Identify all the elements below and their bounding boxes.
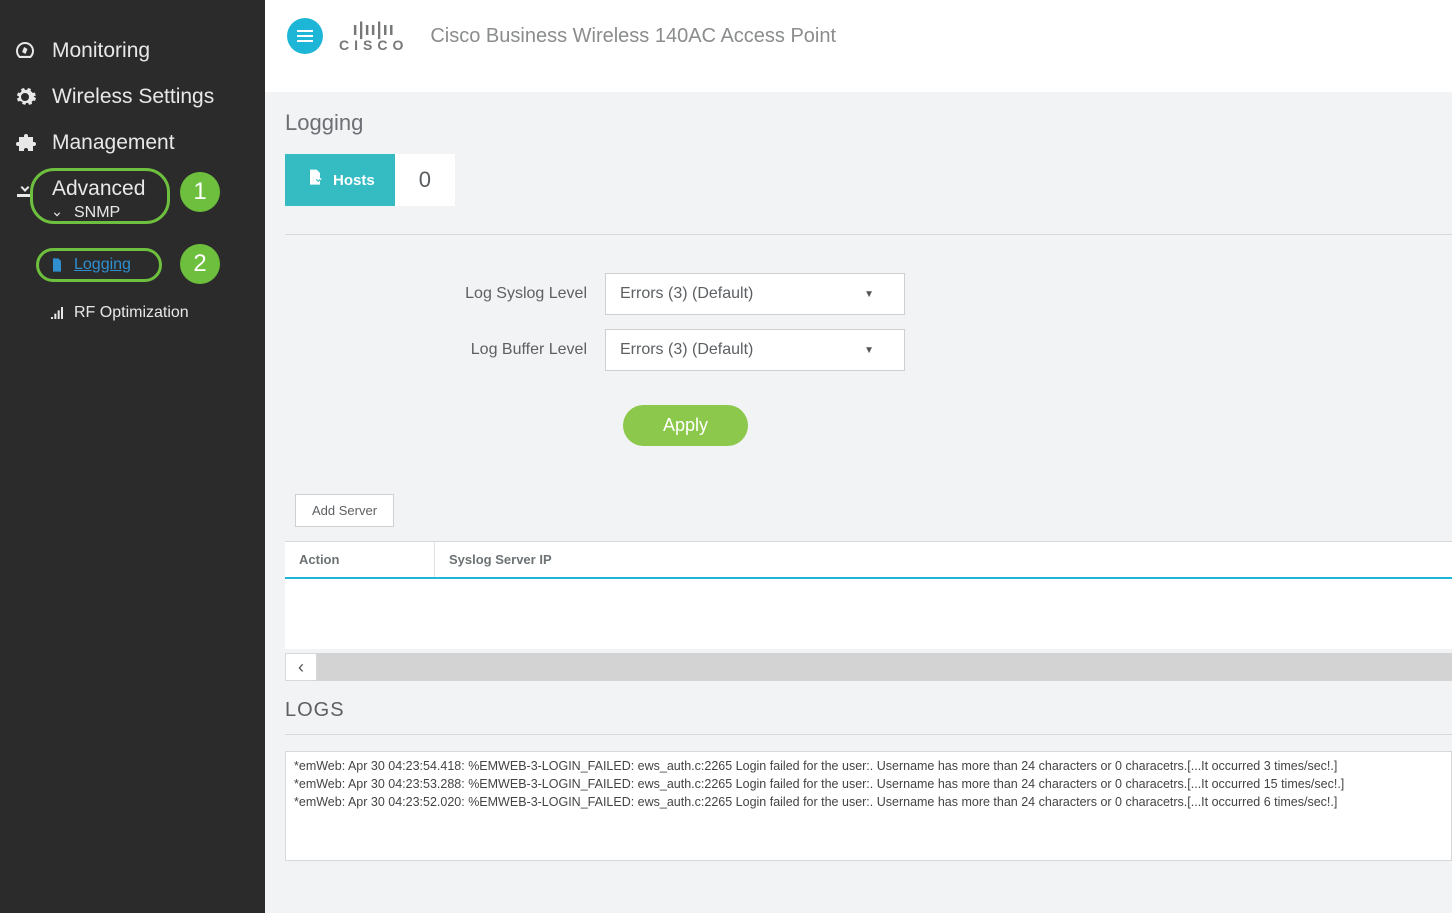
label-buffer-level: Log Buffer Level [425, 341, 605, 359]
sidebar-item-advanced[interactable]: Advanced 1 [0, 166, 265, 204]
hamburger-icon [297, 30, 313, 42]
product-title: Cisco Business Wireless 140AC Access Poi… [430, 25, 836, 48]
chevron-down-icon [48, 204, 66, 222]
hosts-chip[interactable]: Hosts [285, 154, 395, 206]
logs-title: LOGS [285, 699, 1452, 722]
chevron-left-icon: ‹ [298, 657, 304, 678]
gear-icon [12, 84, 38, 110]
server-section: Add Server Action Syslog Server IP ‹ [285, 494, 1452, 681]
sidebar-sub-logging[interactable]: Logging 2 [0, 250, 265, 280]
server-table-body [285, 579, 1452, 649]
hosts-label: Hosts [333, 172, 375, 189]
content: Logging Hosts 0 Log Syslog Level Errors … [265, 92, 1452, 913]
row-syslog-level: Log Syslog Level Errors (3) (Default) ▼ [425, 273, 1452, 315]
download-icon [12, 176, 38, 202]
scroll-track[interactable] [317, 653, 1452, 681]
logs-box[interactable]: *emWeb: Apr 30 04:23:54.418: %EMWEB-3-LO… [285, 751, 1452, 861]
log-entry: *emWeb: Apr 30 04:23:53.288: %EMWEB-3-LO… [294, 776, 1443, 793]
sidebar-item-label: Wireless Settings [52, 85, 214, 109]
sidebar-item-label: Management [52, 131, 175, 155]
log-entry: *emWeb: Apr 30 04:23:52.020: %EMWEB-3-LO… [294, 794, 1443, 811]
label-syslog-level: Log Syslog Level [425, 285, 605, 303]
scroll-strip: ‹ [285, 653, 1452, 681]
select-buffer-level[interactable]: Errors (3) (Default) ▼ [605, 329, 905, 371]
log-entry: *emWeb: Apr 30 04:23:54.418: %EMWEB-3-LO… [294, 758, 1443, 775]
select-value: Errors (3) (Default) [620, 285, 753, 303]
chevron-down-icon: ▼ [864, 289, 874, 300]
column-action: Action [285, 542, 435, 577]
callout-badge-2: 2 [180, 244, 220, 284]
select-syslog-level[interactable]: Errors (3) (Default) ▼ [605, 273, 905, 315]
sidebar-sub-label: SNMP [74, 204, 120, 222]
signal-bars-icon [48, 304, 66, 322]
puzzle-icon [12, 130, 38, 156]
section-divider [285, 234, 1452, 235]
sidebar: Monitoring Wireless Settings Management … [0, 0, 265, 913]
server-table-header: Action Syslog Server IP [285, 541, 1452, 579]
sidebar-item-label: Advanced [52, 177, 145, 201]
hosts-count: 0 [395, 154, 455, 206]
add-server-button[interactable]: Add Server [295, 494, 394, 527]
gauge-icon [12, 38, 38, 64]
server-table: Action Syslog Server IP [285, 541, 1452, 649]
column-syslog-server-ip: Syslog Server IP [435, 542, 1452, 577]
row-buffer-level: Log Buffer Level Errors (3) (Default) ▼ [425, 329, 1452, 371]
apply-button[interactable]: Apply [623, 405, 748, 446]
cisco-logo-bars: ı|ıı|ıı [353, 20, 395, 38]
sidebar-item-management[interactable]: Management [0, 120, 265, 166]
page-title: Logging [285, 110, 1452, 136]
select-value: Errors (3) (Default) [620, 341, 753, 359]
scroll-left-button[interactable]: ‹ [285, 653, 317, 681]
hosts-bar: Hosts 0 [285, 154, 1452, 206]
sidebar-sub-label: RF Optimization [74, 304, 189, 322]
cisco-logo-text: CISCO [339, 38, 408, 52]
chevron-down-icon: ▼ [864, 345, 874, 356]
topbar: ı|ıı|ıı CISCO Cisco Business Wireless 14… [265, 0, 1452, 92]
sidebar-sub-snmp[interactable]: SNMP [0, 204, 265, 228]
cisco-logo: ı|ıı|ıı CISCO [339, 20, 408, 52]
form-area: Log Syslog Level Errors (3) (Default) ▼ … [425, 273, 1452, 446]
sidebar-item-label: Monitoring [52, 39, 150, 63]
hamburger-button[interactable] [287, 18, 323, 54]
sidebar-sub-rf-optimization[interactable]: RF Optimization [0, 298, 265, 328]
main-area: ı|ıı|ıı CISCO Cisco Business Wireless 14… [265, 0, 1452, 913]
sidebar-item-monitoring[interactable]: Monitoring [0, 28, 265, 74]
sidebar-sub-label: Logging [74, 256, 131, 274]
sidebar-item-wireless-settings[interactable]: Wireless Settings [0, 74, 265, 120]
document-check-icon [305, 168, 325, 192]
logs-divider [285, 734, 1452, 735]
document-icon [48, 256, 66, 274]
